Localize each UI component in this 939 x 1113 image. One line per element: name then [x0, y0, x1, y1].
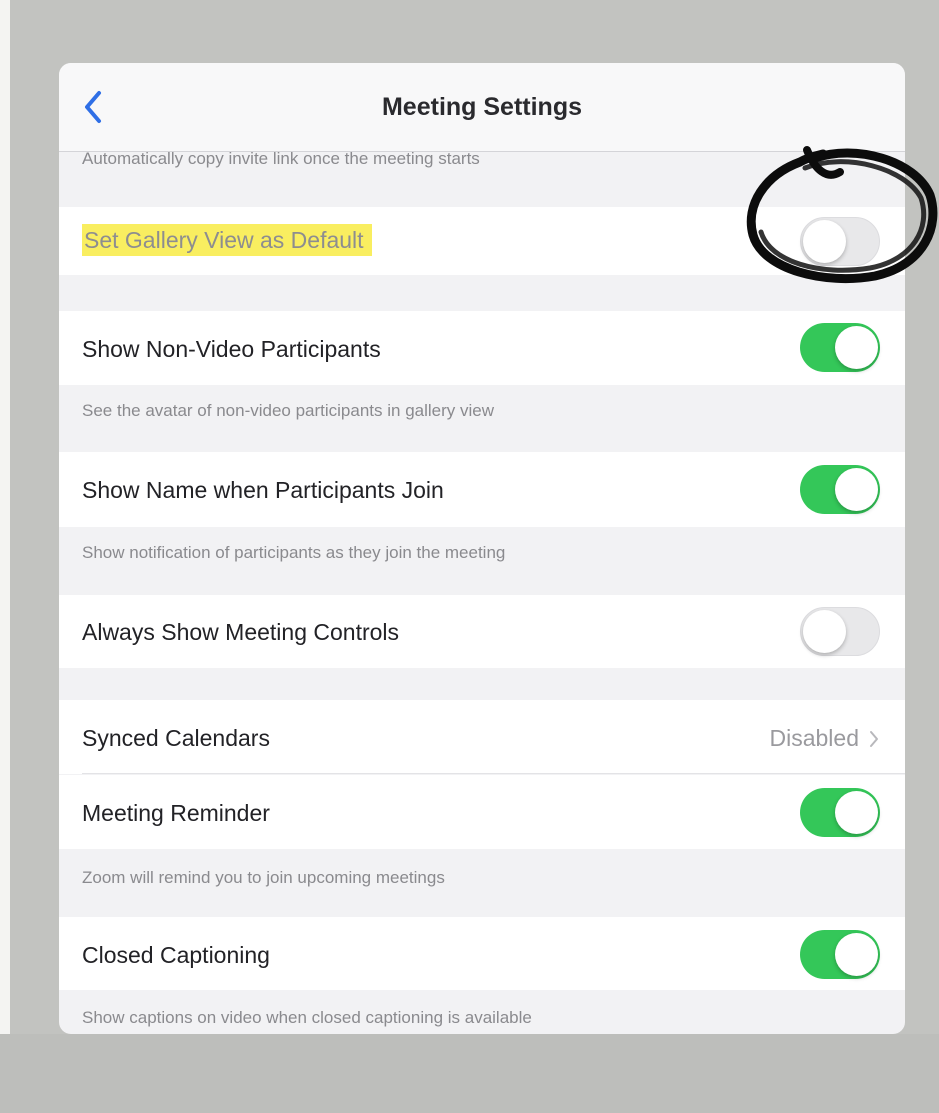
show-name-description: Show notification of participants as the… [82, 543, 506, 562]
reminder-description: Zoom will remind you to join upcoming me… [82, 868, 445, 887]
captioning-label: Closed Captioning [82, 942, 270, 968]
reminder-toggle[interactable] [800, 788, 880, 837]
show-name-row: Show Name when Participants Join [59, 452, 905, 527]
reminder-label: Meeting Reminder [82, 800, 270, 826]
toggle-knob [835, 326, 878, 369]
gallery-view-label: Set Gallery View as Default [82, 224, 372, 256]
nav-header: Meeting Settings [59, 63, 905, 152]
show-name-label: Show Name when Participants Join [82, 477, 444, 503]
reminder-row: Meeting Reminder [59, 775, 905, 849]
toggle-knob [835, 468, 878, 511]
toggle-knob [835, 933, 878, 976]
non-video-label: Show Non-Video Participants [82, 336, 381, 362]
show-name-toggle[interactable] [800, 465, 880, 514]
page-title: Meeting Settings [381, 93, 582, 121]
non-video-description: See the avatar of non-video participants… [82, 401, 495, 420]
captioning-toggle[interactable] [800, 930, 880, 979]
non-video-row: Show Non-Video Participants [59, 311, 905, 385]
synced-calendars-label: Synced Calendars [82, 725, 270, 751]
meeting-controls-toggle[interactable] [800, 607, 880, 656]
toggle-knob [835, 791, 878, 834]
captioning-row: Closed Captioning [59, 917, 905, 990]
copy-invite-description: Automatically copy invite link once the … [82, 149, 480, 168]
non-video-toggle[interactable] [800, 323, 880, 372]
meeting-controls-label: Always Show Meeting Controls [82, 619, 400, 645]
captioning-description: Show captions on video when closed capti… [82, 1008, 532, 1027]
synced-calendars-status: Disabled [769, 725, 860, 751]
synced-calendars-row[interactable]: Synced Calendars Disabled [59, 700, 905, 774]
row-divider [82, 773, 905, 774]
gallery-view-label-text: Set Gallery View as Default [82, 224, 372, 256]
chevron-right-icon [870, 730, 878, 747]
synced-calendars-value: Disabled [770, 725, 880, 752]
photo-background [0, 1034, 939, 1113]
meeting-controls-row: Always Show Meeting Controls [59, 595, 905, 668]
toggle-knob [803, 610, 846, 653]
hand-drawn-circle-annotation [746, 146, 938, 283]
photo-edge [0, 0, 10, 1113]
